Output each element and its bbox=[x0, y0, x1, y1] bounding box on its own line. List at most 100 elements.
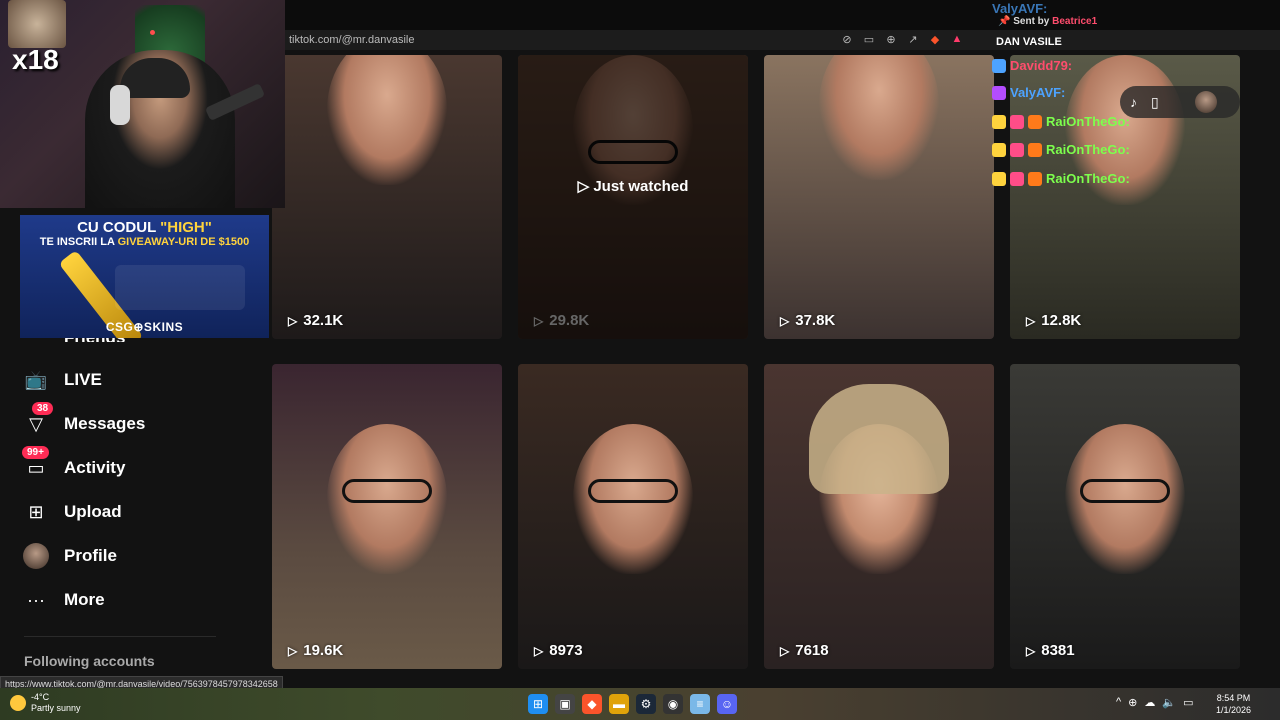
upload-plus-icon: ⊞ bbox=[28, 501, 44, 522]
taskbar-clock[interactable]: 8:54 PM 1/1/2026 bbox=[1216, 692, 1251, 716]
display-icon[interactable]: ▭ bbox=[1183, 696, 1193, 709]
app-icon[interactable]: ◉ bbox=[663, 694, 683, 714]
tiktok-controls: ♪ ▯ bbox=[1120, 86, 1240, 118]
chat-badge-icon bbox=[1010, 142, 1024, 157]
profile-avatar bbox=[22, 542, 50, 570]
chat-line: RaiOnTheGo: bbox=[992, 142, 1130, 157]
view-count: ▷ 8973 bbox=[534, 642, 583, 659]
play-icon: ▷ bbox=[1026, 643, 1036, 658]
video-thumbnail-glasses bbox=[1080, 479, 1170, 503]
avatar[interactable] bbox=[1194, 91, 1217, 113]
video-card[interactable]: ▷ Just watched ▷ 29.8K bbox=[518, 55, 748, 339]
video-card[interactable]: ▷ 19.6K bbox=[272, 364, 502, 669]
activity-icon: ▭ 99+ bbox=[22, 446, 50, 482]
sidebar-item-more[interactable]: ··· More bbox=[22, 586, 105, 614]
activity-badge: 99+ bbox=[22, 446, 49, 459]
wifi-icon[interactable]: ☁ bbox=[1144, 696, 1155, 709]
file-explorer-icon[interactable]: ▬ bbox=[609, 694, 629, 714]
video-thumbnail-glasses bbox=[588, 479, 678, 503]
watched-overlay bbox=[518, 55, 748, 339]
network-icon[interactable]: ⊕ bbox=[1128, 696, 1137, 709]
live-tv-icon: 📺 bbox=[24, 369, 48, 390]
video-thumbnail-face bbox=[819, 55, 939, 180]
video-card[interactable]: ▷ 7618 bbox=[764, 364, 994, 669]
sponsor-banner: CU CODUL "HIGH" TE INSCRII LA GIVEAWAY-U… bbox=[20, 215, 269, 338]
windows-start-icon[interactable]: ⊞ bbox=[528, 694, 548, 714]
play-icon: ▷ bbox=[534, 313, 544, 328]
addressbar-icons: ⊘ ▭ ⊕ ↗ ◆ ▲ bbox=[840, 32, 964, 46]
just-watched-label: ▷ Just watched bbox=[577, 178, 689, 195]
video-thumbnail-glasses bbox=[342, 479, 432, 503]
view-count: ▷ 12.8K bbox=[1026, 312, 1082, 329]
sidebar-item-label: LIVE bbox=[64, 370, 102, 389]
sidebar-item-label: Messages bbox=[64, 414, 146, 433]
messages-icon: ▽ 38 bbox=[22, 402, 54, 438]
sun-icon bbox=[10, 695, 26, 711]
sidebar-item-messages[interactable]: ▽ 38 Messages bbox=[22, 402, 146, 438]
chat-badge-icon bbox=[1028, 114, 1042, 129]
zoom-icon[interactable]: ⊕ bbox=[884, 32, 898, 46]
sidebar-divider bbox=[24, 636, 216, 637]
banner-subline: TE INSCRII LA GIVEAWAY-URI DE $1500 bbox=[39, 236, 250, 248]
task-view-icon[interactable]: ▣ bbox=[555, 694, 575, 714]
avatar bbox=[23, 543, 49, 569]
play-icon: ▷ bbox=[534, 643, 544, 658]
browser-tab-strip bbox=[280, 0, 1280, 30]
video-card[interactable]: ▷ 37.8K bbox=[764, 55, 994, 339]
video-card[interactable]: ▷ 8381 bbox=[1010, 364, 1240, 669]
weather-widget[interactable]: -4°C Partly sunny bbox=[10, 692, 81, 714]
video-thumbnail-hair bbox=[809, 384, 949, 494]
reader-icon[interactable]: ⊘ bbox=[840, 32, 854, 46]
view-count: ▷ 8381 bbox=[1026, 642, 1075, 659]
chat-line: ValyAVF: bbox=[992, 1, 1048, 16]
brave-shield-icon[interactable]: ◆ bbox=[928, 32, 942, 46]
clock-date: 1/1/2026 bbox=[1216, 705, 1252, 715]
sidebar-item-upload[interactable]: ⊞ Upload bbox=[22, 498, 122, 526]
chat-badge-icon bbox=[1028, 142, 1042, 157]
chat-badge-icon bbox=[992, 85, 1006, 100]
chat-badge-icon bbox=[1028, 171, 1042, 186]
play-icon: ▷ bbox=[780, 643, 790, 658]
phone-icon[interactable]: ▯ bbox=[1151, 94, 1159, 111]
view-count: ▷ 29.8K bbox=[534, 312, 590, 329]
following-accounts-heading: Following accounts bbox=[24, 653, 155, 669]
chat-badge-icon bbox=[1010, 171, 1024, 186]
crown-icon bbox=[992, 114, 1006, 129]
steam-icon[interactable]: ⚙ bbox=[636, 694, 656, 714]
play-icon: ▷ bbox=[780, 313, 790, 328]
banner-brand: CSG⊕SKINS bbox=[105, 320, 184, 334]
address-bar[interactable]: tiktok.com/@mr.danvasile ⊘ ▭ ⊕ ↗ ◆ ▲ bbox=[280, 30, 1280, 50]
tree-light bbox=[150, 30, 155, 35]
chevron-up-icon[interactable]: ^ bbox=[1116, 696, 1121, 709]
more-dots-icon: ··· bbox=[27, 589, 45, 610]
play-icon: ▷ bbox=[288, 313, 298, 328]
play-icon: ▷ bbox=[1026, 313, 1036, 328]
brave-browser-icon[interactable]: ◆ bbox=[582, 694, 602, 714]
volume-icon[interactable]: 🔈 bbox=[1162, 696, 1176, 709]
crown-icon bbox=[992, 171, 1006, 186]
chat-line: RaiOnTheGo: bbox=[992, 114, 1130, 129]
chat-line: RaiOnTheGo: bbox=[992, 171, 1130, 186]
rewards-icon[interactable]: ▲ bbox=[950, 32, 964, 46]
video-card[interactable]: ▷ 8973 bbox=[518, 364, 748, 669]
video-card[interactable]: ▷ 32.1K bbox=[272, 55, 502, 339]
url-text[interactable]: tiktok.com/@mr.danvasile bbox=[289, 34, 415, 46]
play-icon: ▷ bbox=[288, 643, 298, 658]
sidebar-item-label: Upload bbox=[64, 502, 122, 521]
sidebar-item-live[interactable]: 📺 LIVE bbox=[22, 366, 102, 394]
streamer-name: DAN VASILE bbox=[996, 36, 1062, 48]
sidebar-item-profile[interactable]: Profile bbox=[22, 542, 117, 570]
view-count: ▷ 19.6K bbox=[288, 642, 344, 659]
alert-avatar bbox=[8, 0, 66, 48]
view-count: ▷ 7618 bbox=[780, 642, 829, 659]
chat-badge-icon bbox=[1010, 114, 1024, 129]
cast-icon[interactable]: ▭ bbox=[862, 32, 876, 46]
share-icon[interactable]: ↗ bbox=[906, 32, 920, 46]
sidebar-item-activity[interactable]: ▭ 99+ Activity bbox=[22, 446, 125, 482]
tiktok-logo-icon[interactable]: ♪ bbox=[1130, 94, 1137, 110]
discord-icon[interactable]: ☺ bbox=[717, 694, 737, 714]
notepad-icon[interactable]: ≡ bbox=[690, 694, 710, 714]
video-thumbnail-face bbox=[327, 55, 447, 185]
sidebar-item-label: More bbox=[64, 590, 105, 609]
taskbar-apps: ⊞ ▣ ◆ ▬ ⚙ ◉ ≡ ☺ bbox=[528, 694, 737, 714]
